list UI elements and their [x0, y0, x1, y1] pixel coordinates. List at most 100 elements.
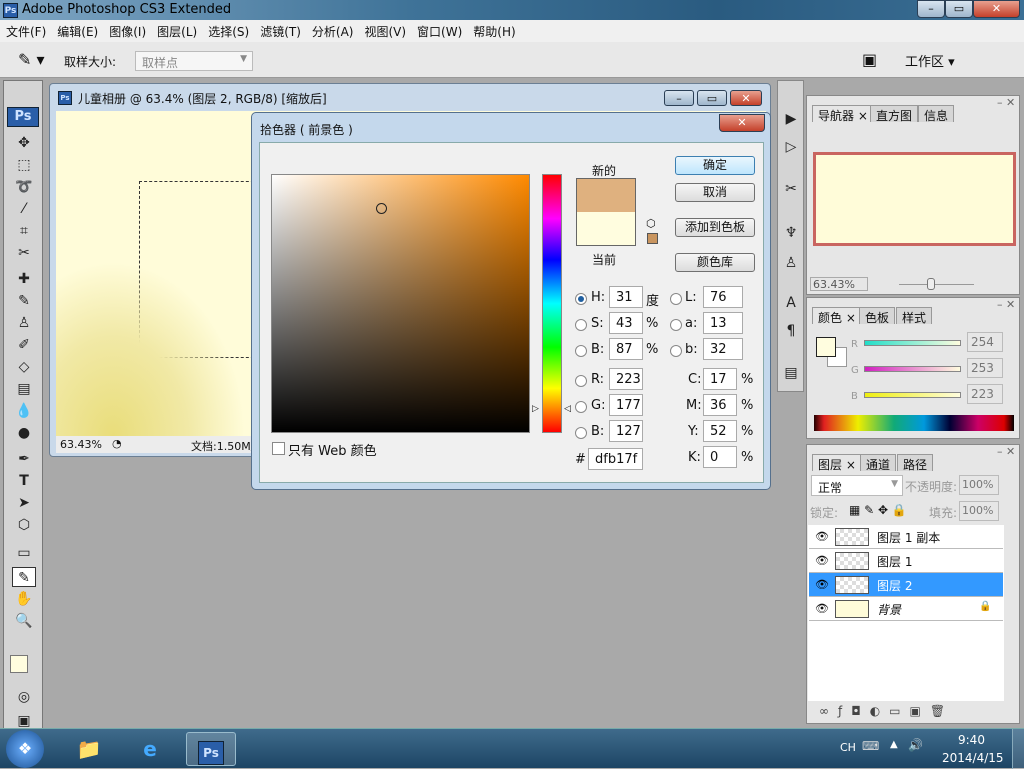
cancel-button[interactable]: 取消	[675, 183, 755, 202]
clock-time[interactable]: 9:40	[958, 733, 985, 747]
crop-tool-icon[interactable]: ⌗	[12, 221, 36, 241]
hue-slider-right-arrow[interactable]: ◁	[564, 404, 571, 414]
show-desktop-button[interactable]	[1012, 729, 1024, 769]
tab-navigator[interactable]: 导航器 ×	[812, 105, 874, 123]
quick-mask-icon[interactable]: ◎	[12, 687, 36, 707]
blue-input[interactable]: 127	[609, 420, 643, 442]
paragraph-icon[interactable]: ¶	[779, 321, 803, 341]
tab-layers[interactable]: 图层 ×	[812, 454, 862, 472]
start-button[interactable]: ❖	[6, 730, 44, 768]
tab-paths[interactable]: 路径	[897, 454, 934, 472]
panel-close-icon[interactable]: – ✕	[997, 298, 1015, 311]
red-input[interactable]: 223	[609, 368, 643, 390]
saturation-input[interactable]: 43	[609, 312, 643, 334]
lab-a-radio[interactable]	[670, 319, 682, 331]
green-slider[interactable]	[864, 366, 961, 372]
notes-tool-icon[interactable]: ▭	[12, 543, 36, 563]
actions-icon[interactable]: ▶	[779, 109, 803, 129]
brightness-radio[interactable]	[575, 345, 587, 357]
navigator-zoom-input[interactable]: 63.43%	[810, 277, 868, 291]
stamp-tool-icon[interactable]: ♙	[12, 313, 36, 333]
add-to-swatches-button[interactable]: 添加到色板	[675, 218, 755, 237]
eyedropper-tool-icon[interactable]: ✎	[12, 567, 36, 587]
tab-swatches[interactable]: 色板	[859, 307, 896, 325]
lab-l-input[interactable]: 76	[703, 286, 743, 308]
magic-wand-tool-icon[interactable]: ⁄	[12, 199, 36, 219]
tab-channels[interactable]: 通道	[860, 454, 897, 472]
lab-a-input[interactable]: 13	[703, 312, 743, 334]
layer-row[interactable]: 👁 图层 1 副本	[809, 525, 1003, 549]
color-libraries-button[interactable]: 颜色库	[675, 253, 755, 272]
magenta-input[interactable]: 36	[703, 394, 737, 416]
healing-brush-icon[interactable]: ✚	[12, 269, 36, 289]
menu-analysis[interactable]: 分析(A)	[306, 20, 359, 42]
workspace-button[interactable]: 工作区 ▾	[905, 51, 955, 70]
color-spectrum-bar[interactable]	[814, 415, 1014, 431]
lab-b-input[interactable]: 32	[703, 338, 743, 360]
fill-input[interactable]: 100%	[959, 501, 999, 521]
color-field[interactable]	[271, 174, 530, 433]
explorer-taskbar-icon[interactable]: 📁	[64, 732, 114, 766]
ie-taskbar-icon[interactable]: e	[125, 732, 175, 766]
red-value[interactable]: 254	[967, 332, 1003, 352]
volume-icon[interactable]: 🔊	[908, 738, 923, 752]
visibility-eye-icon[interactable]: 👁	[815, 530, 829, 543]
blue-radio[interactable]	[575, 427, 587, 439]
blur-tool-icon[interactable]: 💧	[12, 401, 36, 421]
hue-slider-left-arrow[interactable]: ▷	[532, 404, 539, 414]
tab-color[interactable]: 颜色 ×	[812, 307, 862, 325]
tab-styles[interactable]: 样式	[896, 307, 933, 325]
menu-edit[interactable]: 编辑(E)	[51, 20, 103, 42]
panel-fg-swatch[interactable]	[816, 337, 836, 357]
menu-view[interactable]: 视图(V)	[358, 20, 411, 42]
doc-maximize-button[interactable]: ▭	[697, 90, 727, 106]
path-select-icon[interactable]: ➤	[12, 493, 36, 513]
visibility-eye-icon[interactable]: 👁	[815, 602, 829, 615]
slice-tool-icon[interactable]: ✂	[12, 243, 36, 263]
web-safe-swatch[interactable]	[647, 233, 658, 244]
bridge-icon[interactable]: ▣	[862, 50, 877, 69]
show-hidden-icons[interactable]: ▲	[890, 739, 898, 750]
hue-radio[interactable]	[575, 293, 587, 305]
type-tool-icon[interactable]: T	[12, 471, 36, 491]
foreground-color-swatch[interactable]	[10, 655, 28, 673]
blue-slider[interactable]	[864, 392, 961, 398]
hue-slider[interactable]	[542, 174, 562, 433]
blue-value[interactable]: 223	[967, 384, 1003, 404]
menu-image[interactable]: 图像(I)	[103, 20, 151, 42]
navigator-zoom-handle[interactable]	[927, 278, 935, 290]
red-radio[interactable]	[575, 375, 587, 387]
current-color-swatch[interactable]	[576, 212, 636, 246]
panel-close-icon[interactable]: – ✕	[997, 96, 1015, 109]
menu-help[interactable]: 帮助(H)	[467, 20, 520, 42]
eyedropper-preset-icon[interactable]: ✎ ▾	[18, 50, 45, 69]
photoshop-taskbar-icon[interactable]: Ps	[186, 732, 236, 766]
layer-row[interactable]: 👁 背景 🔒	[809, 597, 1003, 621]
status-menu-icon[interactable]: ◔	[112, 437, 122, 450]
menu-layer[interactable]: 图层(L)	[151, 20, 202, 42]
hue-input[interactable]: 31	[609, 286, 643, 308]
brushes-icon[interactable]: ♆	[779, 223, 803, 243]
language-indicator[interactable]: CH	[840, 741, 856, 754]
pen-tool-icon[interactable]: ✒	[12, 449, 36, 469]
lasso-tool-icon[interactable]: ➰	[12, 177, 36, 197]
opacity-input[interactable]: 100%	[959, 475, 999, 495]
zoom-tool-icon[interactable]: 🔍	[12, 611, 36, 631]
doc-zoom-level[interactable]: 63.43%	[60, 438, 102, 451]
brush-tool-icon[interactable]: ✎	[12, 291, 36, 311]
eraser-tool-icon[interactable]: ◇	[12, 357, 36, 377]
character-icon[interactable]: A	[779, 293, 803, 313]
green-input[interactable]: 177	[609, 394, 643, 416]
hand-tool-icon[interactable]: ✋	[12, 589, 36, 609]
color-field-cursor[interactable]	[376, 203, 387, 214]
menu-file[interactable]: 文件(F)	[0, 20, 51, 42]
hex-input[interactable]: dfb17f	[588, 448, 643, 470]
navigator-zoom-slider[interactable]	[899, 284, 974, 285]
clock-date[interactable]: 2014/4/15	[942, 751, 1004, 765]
brightness-input[interactable]: 87	[609, 338, 643, 360]
blend-mode-select[interactable]: 正常 ▼	[811, 475, 903, 496]
minimize-button[interactable]: –	[917, 0, 945, 18]
layer-row[interactable]: 👁 图层 1	[809, 549, 1003, 573]
tab-info[interactable]: 信息	[918, 105, 955, 123]
layers-footer-icons[interactable]: ∞ƒ◘◐▭▣🗑	[819, 704, 954, 718]
